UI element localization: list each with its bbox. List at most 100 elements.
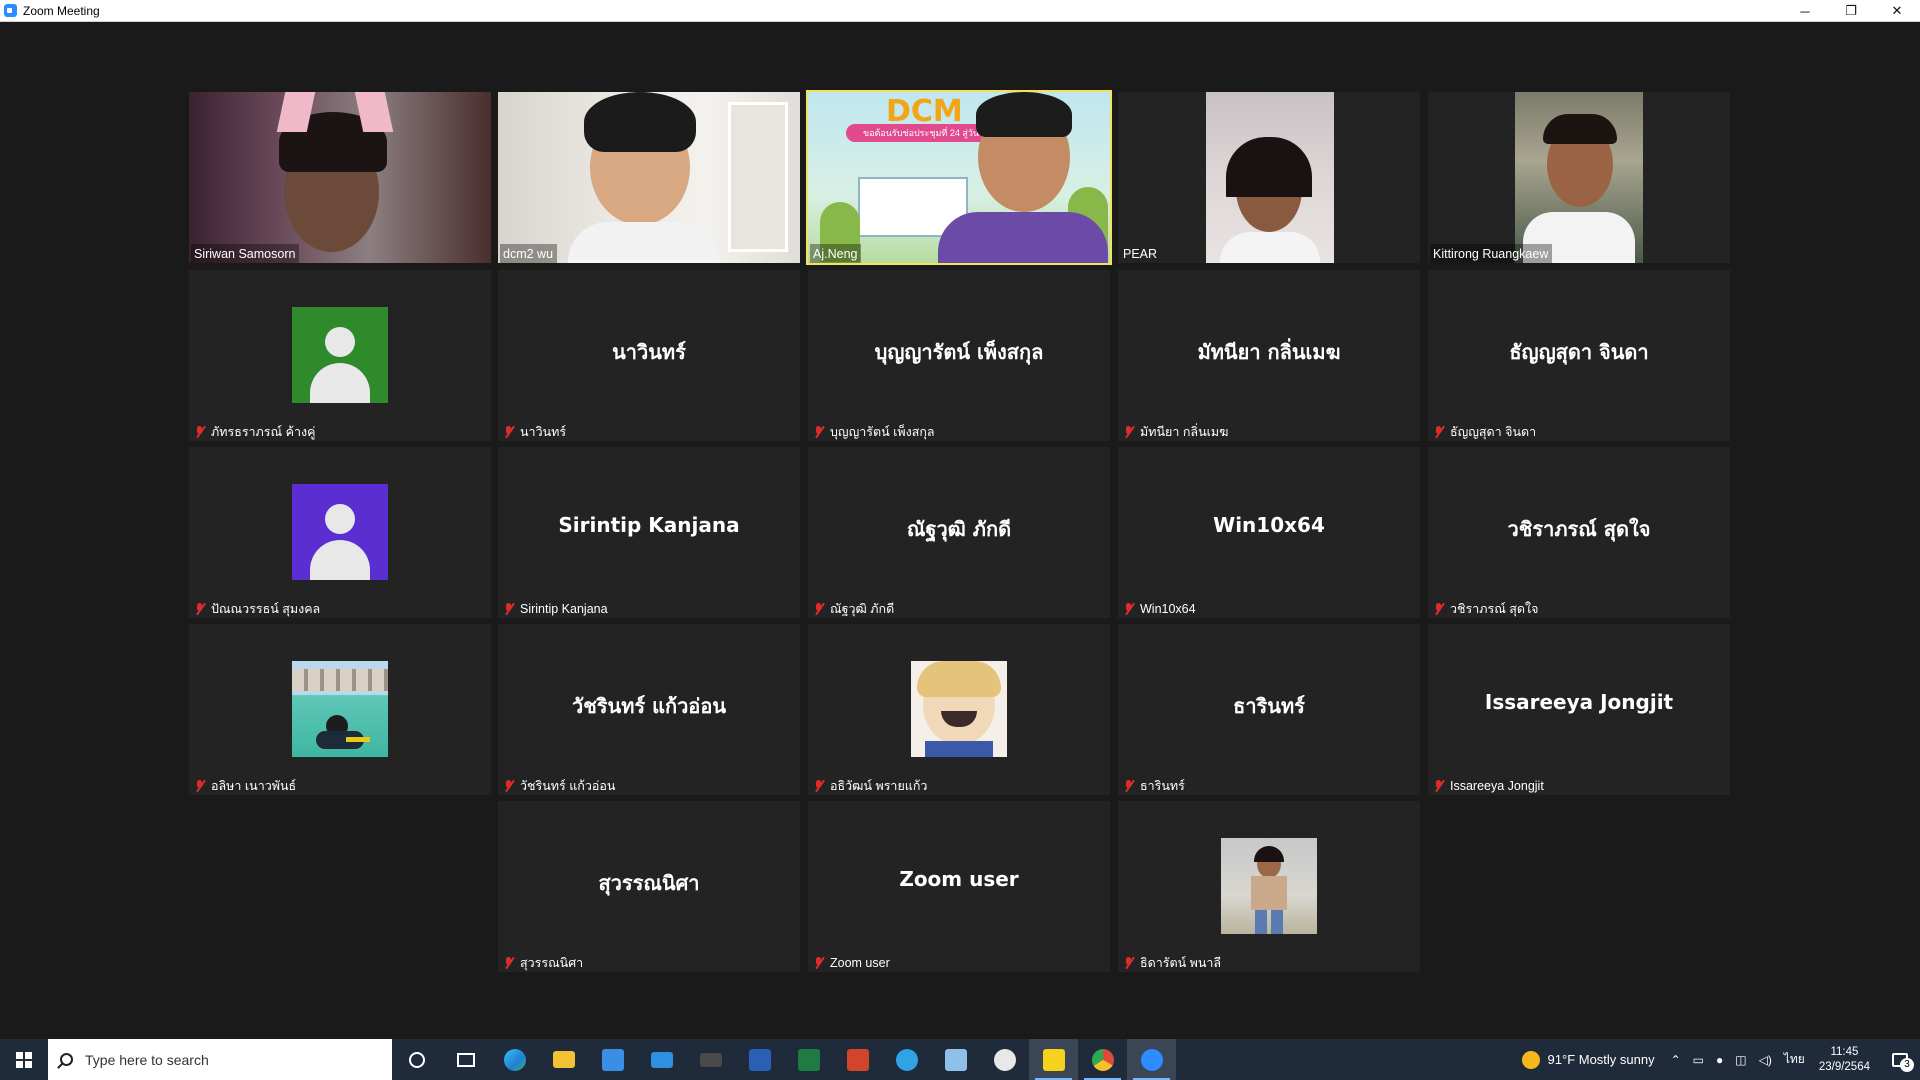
word-icon	[748, 1048, 771, 1071]
restore-button[interactable]: ❐	[1828, 0, 1874, 22]
participant-name: นาวินทร์	[500, 422, 570, 441]
clock[interactable]: 11:45 23/9/2564	[1819, 1045, 1870, 1075]
participant-tile[interactable]: อลิษา เนาวพันธ์	[189, 624, 491, 795]
participant-video: DCM ขอต้อนรับช่อประชุมที่ 24 สู่วัน	[808, 92, 1110, 263]
participant-display-name: บุญญารัตน์ เพ็งสกุล	[874, 340, 1044, 364]
participant-tile[interactable]: ปัณณวรรธน์ สุมงคล	[189, 447, 491, 618]
participant-name: Win10x64	[1120, 599, 1200, 618]
microphone-icon[interactable]: ●	[1716, 1053, 1723, 1067]
participant-name: dcm2 wu	[500, 244, 558, 263]
taskbar-app-mail[interactable]	[637, 1039, 686, 1080]
participant-tile[interactable]: Sirintip Kanjana Sirintip Kanjana	[498, 447, 800, 618]
mic-muted-icon	[813, 425, 825, 439]
chevron-up-icon[interactable]: ⌃	[1671, 1053, 1681, 1067]
participant-name: อลิษา เนาวพันธ์	[191, 776, 300, 795]
store-icon	[601, 1048, 624, 1071]
task-view-button[interactable]	[441, 1039, 490, 1080]
volume-icon[interactable]: ◁)	[1759, 1053, 1772, 1067]
mic-muted-icon	[1433, 425, 1445, 439]
participant-tile[interactable]: ธัญญสุดา จินดา ธัญญสุดา จินดา	[1428, 270, 1730, 441]
taskbar-app-sticky-notes[interactable]	[1029, 1039, 1078, 1080]
minimize-button[interactable]: ─	[1782, 0, 1828, 22]
participant-display-name: Zoom user	[899, 867, 1019, 891]
taskbar-app-excel[interactable]	[784, 1039, 833, 1080]
mic-muted-icon	[813, 956, 825, 970]
participant-name: PEAR	[1123, 246, 1158, 261]
taskbar-app-word[interactable]	[735, 1039, 784, 1080]
taskbar-app-ie[interactable]	[882, 1039, 931, 1080]
profile-photo	[1221, 838, 1317, 934]
wifi-icon[interactable]: ◫	[1735, 1053, 1746, 1067]
mic-muted-icon	[194, 602, 206, 616]
participant-tile[interactable]: สุวรรณนิศา สุวรรณนิศา	[498, 801, 800, 972]
excel-icon	[797, 1048, 820, 1071]
participant-video	[1118, 92, 1420, 263]
participant-name: ธัญญสุดา จินดา	[1430, 422, 1540, 441]
participant-tile[interactable]: Siriwan Samosorn	[189, 92, 491, 263]
participant-display-name: Win10x64	[1213, 513, 1325, 537]
cortana-icon	[408, 1051, 425, 1068]
participant-tile[interactable]: PEAR	[1118, 92, 1420, 263]
participant-tile[interactable]: Issareeya Jongjit Issareeya Jongjit	[1428, 624, 1730, 795]
search-icon	[60, 1053, 73, 1066]
game-icon	[699, 1052, 722, 1067]
taskbar-app-game[interactable]	[686, 1039, 735, 1080]
participant-tile[interactable]: วชิราภรณ์ สุดใจ วชิราภรณ์ สุดใจ	[1428, 447, 1730, 618]
taskbar-app-chrome[interactable]	[1078, 1039, 1127, 1080]
taskbar-app-store[interactable]	[588, 1039, 637, 1080]
mic-muted-icon	[503, 602, 515, 616]
start-button[interactable]	[0, 1039, 48, 1080]
notepad-icon	[944, 1048, 967, 1071]
participant-name: Aj.Neng	[810, 244, 862, 263]
participant-tile[interactable]: บุญญารัตน์ เพ็งสกุล บุญญารัตน์ เพ็งสกุล	[808, 270, 1110, 441]
clock-time: 11:45	[1830, 1045, 1859, 1058]
participant-tile[interactable]: นาวินทร์ นาวินทร์	[498, 270, 800, 441]
active-speaker-tile[interactable]: DCM ขอต้อนรับช่อประชุมที่ 24 สู่วัน Aj.N…	[806, 90, 1112, 265]
participant-name: ปัณณวรรธน์ สุมงคล	[191, 599, 324, 618]
taskbar-app-edge[interactable]	[490, 1039, 539, 1080]
windows-icon	[16, 1051, 32, 1068]
participant-tile[interactable]: dcm2 wu	[498, 92, 800, 263]
network-icon[interactable]: ▭	[1693, 1053, 1704, 1067]
close-button[interactable]: ✕	[1874, 0, 1920, 22]
participant-tile[interactable]: อธิวัฒน์ พรายแก้ว	[808, 624, 1110, 795]
participant-name: ธารินทร์	[1120, 776, 1189, 795]
participant-video	[189, 92, 491, 263]
participant-tile[interactable]: วัชรินทร์ แก้วอ่อน วัชรินทร์ แก้วอ่อน	[498, 624, 800, 795]
weather-widget[interactable]: 91°F Mostly sunny	[1521, 1050, 1655, 1069]
internet-explorer-icon	[895, 1048, 918, 1071]
participant-tile[interactable]: มัทนียา กลิ่นเมฆ มัทนียา กลิ่นเมฆ	[1118, 270, 1420, 441]
mic-muted-icon	[1123, 956, 1135, 970]
profile-photo	[292, 661, 388, 757]
participant-display-name: สุวรรณนิศา	[598, 871, 700, 895]
participant-tile[interactable]: Win10x64 Win10x64	[1118, 447, 1420, 618]
mic-muted-icon	[503, 956, 515, 970]
taskbar-app-powerpoint[interactable]	[833, 1039, 882, 1080]
taskbar-app-paint[interactable]	[980, 1039, 1029, 1080]
taskbar-app-explorer[interactable]	[539, 1039, 588, 1080]
mic-muted-icon	[1433, 602, 1445, 616]
powerpoint-icon	[846, 1048, 869, 1071]
participant-tile[interactable]: ธิดารัตน์ พนาลี	[1118, 801, 1420, 972]
taskbar-search[interactable]: Type here to search	[48, 1039, 392, 1080]
banner-subtitle: ขอต้อนรับช่อประชุมที่ 24 สู่วัน	[846, 124, 996, 142]
participant-name: บุญญารัตน์ เพ็งสกุล	[810, 422, 939, 441]
mic-muted-icon	[813, 602, 825, 616]
title-bar: Zoom Meeting ─ ❐ ✕	[0, 0, 1920, 22]
folder-icon	[552, 1051, 575, 1068]
participant-tile[interactable]: Zoom user Zoom user	[808, 801, 1110, 972]
participant-name: Zoom user	[810, 953, 894, 972]
participant-tile[interactable]: ภัทรธราภรณ์ ค้างคู่	[189, 270, 491, 441]
cortana-button[interactable]	[392, 1039, 441, 1080]
input-language[interactable]: ไทย	[1784, 1050, 1805, 1069]
participant-tile[interactable]: ธารินทร์ ธารินทร์	[1118, 624, 1420, 795]
taskbar-app-zoom[interactable]	[1127, 1039, 1176, 1080]
action-center-button[interactable]: 3	[1880, 1039, 1920, 1080]
participant-name: Siriwan Samosorn	[191, 244, 300, 263]
participant-tile[interactable]: ณัฐวุฒิ ภักดี ณัฐวุฒิ ภักดี	[808, 447, 1110, 618]
window-controls: ─ ❐ ✕	[1782, 0, 1920, 22]
participant-display-name: Sirintip Kanjana	[558, 513, 740, 537]
taskbar-app-notes[interactable]	[931, 1039, 980, 1080]
participant-tile[interactable]: Kittirong Ruangkaew	[1428, 92, 1730, 263]
participant-video	[498, 92, 800, 263]
